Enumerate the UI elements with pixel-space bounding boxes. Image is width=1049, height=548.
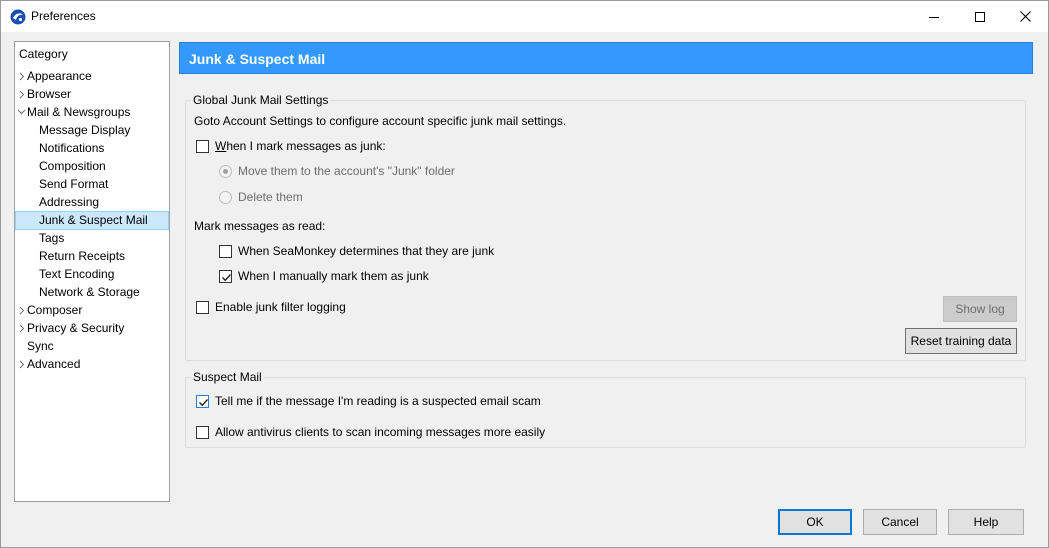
close-window-button[interactable] <box>1002 1 1048 32</box>
suspect-mail-legend: Suspect Mail <box>191 370 264 384</box>
chevron-right-icon[interactable] <box>17 320 27 337</box>
category-item-mail-newsgroups[interactable]: Mail & Newsgroups <box>27 104 130 121</box>
category-item-junk-suspect-mail[interactable]: Junk & Suspect Mail <box>15 211 169 230</box>
pane-header: Junk & Suspect Mail <box>179 42 1033 74</box>
category-item-browser[interactable]: Browser <box>27 86 71 103</box>
cancel-button[interactable]: Cancel <box>863 509 937 535</box>
chevron-right-icon[interactable] <box>17 302 27 319</box>
mark-read-label: Mark messages as read: <box>194 219 326 233</box>
antivirus-checkbox[interactable] <box>196 426 209 439</box>
window-title: Preferences <box>31 9 96 23</box>
category-item-network-storage[interactable]: Network & Storage <box>39 284 140 301</box>
show-log-button[interactable]: Show log <box>943 296 1017 322</box>
move-to-junk-label[interactable]: Move them to the account's "Junk" folder <box>238 164 455 178</box>
check-icon <box>199 399 209 407</box>
junk-logging-label[interactable]: Enable junk filter logging <box>215 300 346 314</box>
title-bar: Preferences <box>1 1 1048 32</box>
category-item-tags[interactable]: Tags <box>39 230 64 247</box>
check-icon <box>222 274 232 282</box>
category-item-composition[interactable]: Composition <box>39 158 106 175</box>
radio-selected-dot <box>223 169 228 174</box>
help-button[interactable]: Help <box>948 509 1024 535</box>
scam-label[interactable]: Tell me if the message I'm reading is a … <box>215 394 541 408</box>
chevron-down-icon[interactable] <box>17 104 27 121</box>
category-item-send-format[interactable]: Send Format <box>39 176 108 193</box>
maximize-icon <box>975 11 985 22</box>
category-item-privacy-security[interactable]: Privacy & Security <box>27 320 124 337</box>
preferences-window: Preferences Category Appearance Browser Ma… <box>0 0 1049 548</box>
move-to-junk-radio[interactable] <box>219 165 232 178</box>
chevron-right-icon[interactable] <box>17 68 27 85</box>
category-item-notifications[interactable]: Notifications <box>39 140 104 157</box>
reset-training-button[interactable]: Reset training data <box>905 328 1017 354</box>
category-tree[interactable]: Category Appearance Browser Mail & Newsgro… <box>14 41 170 502</box>
category-item-return-receipts[interactable]: Return Receipts <box>39 248 125 265</box>
read-auto-label[interactable]: When SeaMonkey determines that they are … <box>238 244 494 258</box>
delete-them-radio[interactable] <box>219 191 232 204</box>
ok-button[interactable]: OK <box>778 509 852 535</box>
account-settings-info: Goto Account Settings to configure accou… <box>194 114 567 128</box>
minimize-icon <box>929 16 939 18</box>
read-manual-checkbox[interactable] <box>219 270 232 283</box>
category-item-sync[interactable]: Sync <box>27 338 54 355</box>
category-item-advanced[interactable]: Advanced <box>27 356 80 373</box>
read-manual-label[interactable]: When I manually mark them as junk <box>238 269 429 283</box>
read-auto-checkbox[interactable] <box>219 245 232 258</box>
maximize-button[interactable] <box>957 1 1003 32</box>
pane-title: Junk & Suspect Mail <box>189 51 326 67</box>
category-item-text-encoding[interactable]: Text Encoding <box>39 266 114 283</box>
category-item-appearance[interactable]: Appearance <box>27 68 92 85</box>
mark-junk-label-text: hen I mark messages as junk: <box>226 139 386 153</box>
chevron-right-icon[interactable] <box>17 86 27 103</box>
mark-junk-checkbox[interactable] <box>196 140 209 153</box>
category-header: Category <box>19 47 68 61</box>
mark-junk-label[interactable]: When I mark messages as junk: <box>215 139 386 153</box>
category-item-addressing[interactable]: Addressing <box>39 194 99 211</box>
close-icon <box>1019 11 1031 22</box>
seamonkey-app-icon <box>10 9 26 25</box>
chevron-right-icon[interactable] <box>17 356 27 373</box>
global-junk-legend: Global Junk Mail Settings <box>191 93 331 107</box>
antivirus-label[interactable]: Allow antivirus clients to scan incoming… <box>215 425 545 439</box>
minimize-button[interactable] <box>911 1 957 32</box>
junk-logging-checkbox[interactable] <box>196 301 209 314</box>
delete-them-label[interactable]: Delete them <box>238 190 303 204</box>
category-item-message-display[interactable]: Message Display <box>39 122 130 139</box>
category-item-composer[interactable]: Composer <box>27 302 82 319</box>
scam-checkbox[interactable] <box>196 395 209 408</box>
